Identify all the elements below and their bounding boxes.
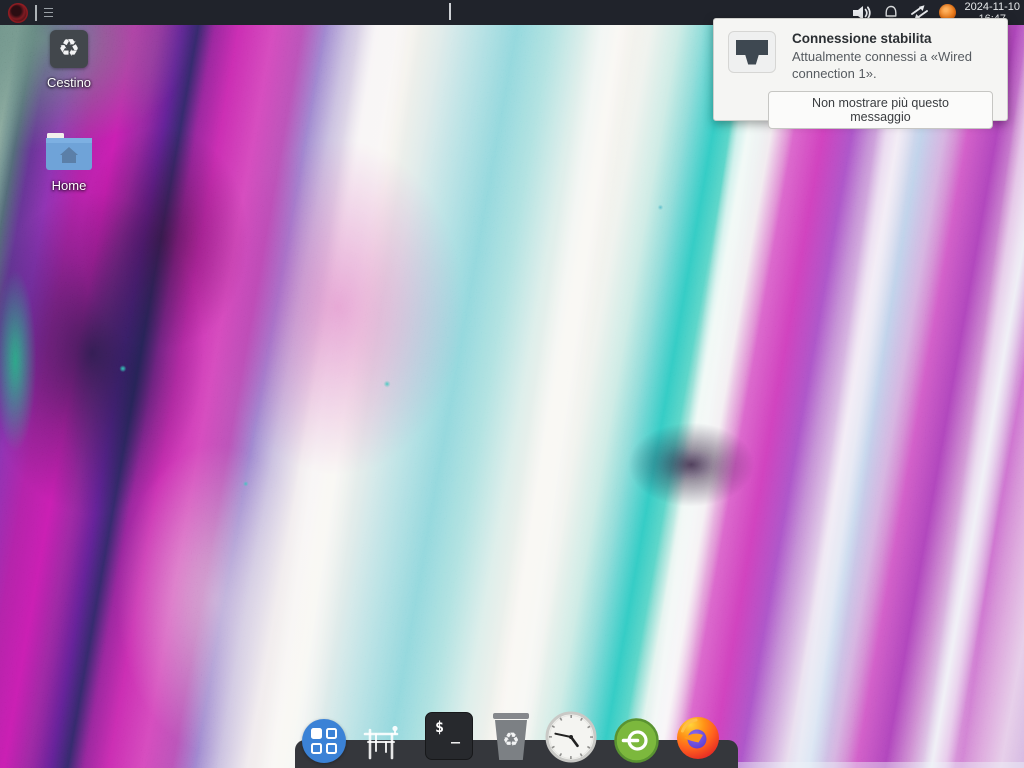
firefox-button[interactable]: [676, 716, 720, 765]
panel-divider: [449, 3, 451, 20]
hidden-panel-edge: [738, 762, 1024, 768]
window-list-icon[interactable]: [44, 8, 53, 18]
desktop-icon-label: Cestino: [47, 75, 91, 90]
app-launcher-button[interactable]: [302, 719, 346, 763]
show-desktop-button[interactable]: [359, 721, 403, 766]
terminal-button[interactable]: $ _: [425, 712, 473, 760]
notification-title: Connessione stabilita: [792, 31, 997, 46]
trash-icon: ♻: [50, 30, 88, 68]
distro-menu-icon[interactable]: [8, 3, 28, 23]
notification-popup: Connessione stabilita Attualmente connes…: [713, 18, 1008, 121]
desktop-icon-trash[interactable]: ♻ Cestino: [29, 30, 109, 90]
terminal-icon: $: [435, 718, 444, 736]
clock-date: 2024-11-10: [965, 1, 1020, 13]
logout-circle-icon: [614, 718, 659, 763]
desktop-screen: 2024-11-10 16:47 ♻ Cestino Home Connessi…: [0, 0, 1024, 768]
trash-dock-button[interactable]: ♻: [488, 713, 534, 760]
clock-app-button[interactable]: [545, 711, 597, 768]
dismiss-notification-button[interactable]: Non mostrare più questo messaggio: [768, 91, 993, 129]
app-grid-icon: [311, 728, 337, 754]
desktop-icon-home[interactable]: Home: [29, 129, 109, 193]
wired-network-icon: [728, 31, 776, 73]
analog-clock-icon: [545, 711, 597, 763]
notification-body: Attualmente connessi a «Wired connection…: [792, 48, 997, 82]
recycle-glyph: ♻: [502, 731, 519, 750]
desk-icon: [359, 721, 403, 761]
home-folder-icon: [45, 129, 93, 171]
trash-can-icon: [493, 713, 529, 719]
panel-separator: [35, 5, 37, 21]
desktop-icon-label: Home: [52, 178, 87, 193]
logout-button[interactable]: [614, 718, 659, 768]
recycle-glyph: ♻: [58, 37, 80, 61]
firefox-icon: [676, 716, 720, 760]
